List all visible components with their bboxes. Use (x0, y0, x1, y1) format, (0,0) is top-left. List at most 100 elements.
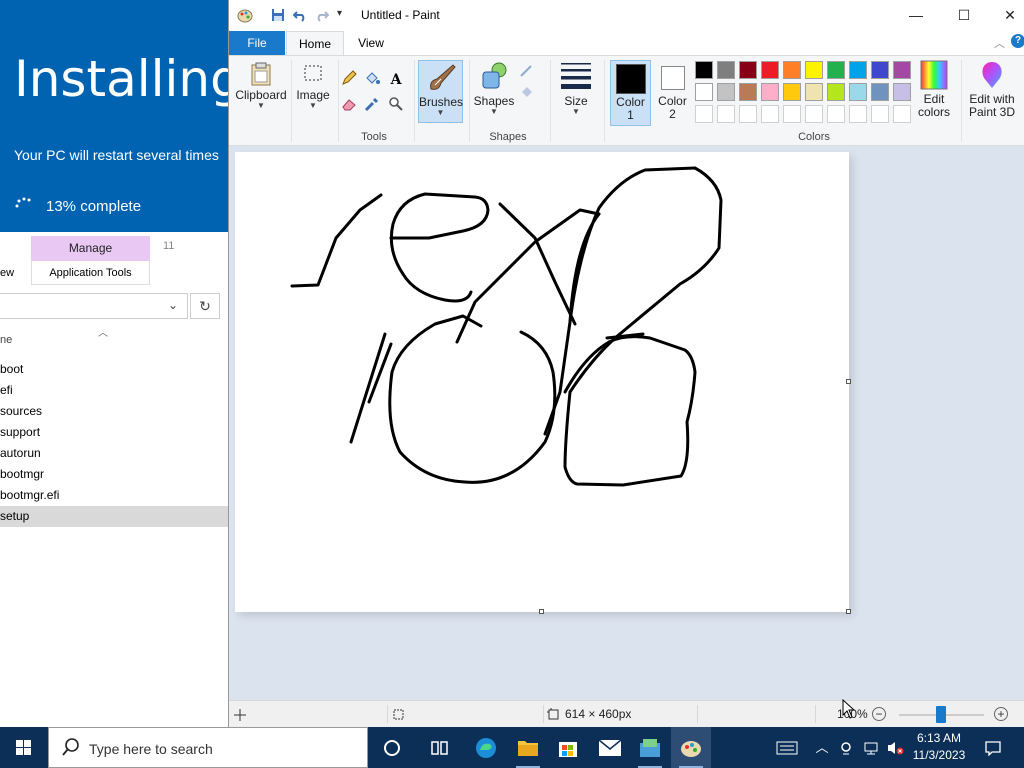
custom-color-slot[interactable] (739, 105, 757, 123)
eraser-icon[interactable] (339, 96, 359, 116)
redo-icon[interactable] (315, 8, 329, 22)
palette-swatch[interactable] (783, 83, 801, 101)
refresh-button[interactable]: ↻ (190, 293, 220, 319)
custom-color-slot[interactable] (893, 105, 911, 123)
palette-swatch[interactable] (893, 83, 911, 101)
palette-swatch[interactable] (783, 61, 801, 79)
outline-icon[interactable] (517, 62, 537, 82)
mail-icon[interactable] (590, 727, 630, 768)
collapse-ribbon-icon[interactable]: ︿ (994, 35, 1005, 51)
help-icon[interactable]: ? (1011, 34, 1024, 48)
custom-color-slot[interactable] (695, 105, 713, 123)
edge-icon[interactable] (466, 727, 506, 768)
custom-color-slot[interactable] (849, 105, 867, 123)
taskbar-search[interactable]: Type here to search (48, 727, 368, 768)
palette-swatch[interactable] (717, 83, 735, 101)
close-button[interactable]: ✕ (987, 0, 1024, 31)
paint-taskbar-icon[interactable] (671, 727, 711, 768)
resize-handle[interactable] (846, 609, 851, 614)
save-icon[interactable] (271, 8, 285, 22)
name-column-header[interactable]: ne (0, 334, 12, 346)
fill-icon[interactable] (517, 84, 537, 104)
shapes-button[interactable]: Shapes ▼ (472, 60, 516, 123)
tab-file[interactable]: File (229, 31, 285, 55)
fill-bucket-icon[interactable] (362, 70, 382, 90)
file-item-selected[interactable]: setup (0, 506, 228, 527)
address-bar[interactable] (0, 293, 188, 319)
edit-with-paint3d-button[interactable]: Edit with Paint 3D (964, 60, 1020, 126)
custom-color-slot[interactable] (805, 105, 823, 123)
image-button[interactable]: Image ▼ (293, 60, 333, 122)
color-picker-icon[interactable] (362, 96, 382, 116)
cortana-icon[interactable] (372, 727, 412, 768)
start-button[interactable] (0, 727, 48, 768)
pencil-icon[interactable] (339, 70, 359, 90)
file-item[interactable]: boot (0, 359, 228, 380)
custom-color-slot[interactable] (717, 105, 735, 123)
palette-swatch[interactable] (849, 61, 867, 79)
view-tab-fragment[interactable]: ew (0, 267, 14, 279)
palette-swatch[interactable] (893, 61, 911, 79)
tab-home[interactable]: Home (286, 31, 344, 56)
store-icon[interactable] (548, 727, 588, 768)
input-keyboard-icon[interactable] (770, 727, 804, 768)
volume-muted-icon[interactable] (884, 727, 906, 768)
palette-swatch[interactable] (849, 83, 867, 101)
file-item[interactable]: support (0, 422, 228, 443)
system-clock[interactable]: 6:13 AM 11/3/2023 (906, 730, 972, 764)
palette-swatch[interactable] (871, 83, 889, 101)
palette-swatch[interactable] (761, 83, 779, 101)
task-view-icon[interactable] (420, 727, 460, 768)
clock-time: 6:13 AM (916, 731, 962, 745)
file-item[interactable]: efi (0, 380, 228, 401)
custom-color-slot[interactable] (783, 105, 801, 123)
color1-button[interactable]: Color 1 (610, 60, 651, 126)
palette-swatch[interactable] (871, 61, 889, 79)
zoom-slider-thumb[interactable] (936, 706, 946, 723)
customize-quick-access-icon[interactable]: ▾ (337, 8, 342, 19)
paint-app-icon[interactable] (237, 7, 253, 23)
drawing-canvas[interactable] (235, 152, 849, 612)
file-item[interactable]: bootmgr (0, 464, 228, 485)
palette-swatch[interactable] (827, 61, 845, 79)
chevron-down-icon[interactable]: ⌄ (168, 298, 178, 312)
tab-view[interactable]: View (347, 31, 395, 55)
resize-handle[interactable] (846, 379, 851, 384)
brushes-button[interactable]: Brushes ▼ (418, 60, 463, 123)
edit-colors-button[interactable]: Edit colors (911, 60, 957, 126)
custom-color-slot[interactable] (827, 105, 845, 123)
color2-button[interactable]: Color 2 (652, 60, 693, 126)
file-explorer-icon[interactable] (508, 727, 548, 768)
resize-handle[interactable] (539, 609, 544, 614)
palette-swatch[interactable] (805, 61, 823, 79)
custom-color-slot[interactable] (871, 105, 889, 123)
palette-swatch[interactable] (717, 61, 735, 79)
notifications-icon[interactable] (978, 727, 1008, 768)
webcam-icon[interactable] (836, 727, 856, 768)
palette-swatch[interactable] (739, 83, 757, 101)
zoom-out-button[interactable]: − (872, 707, 886, 721)
palette-swatch[interactable] (739, 61, 757, 79)
zoom-in-button[interactable]: + (994, 707, 1008, 721)
network-icon[interactable] (860, 727, 882, 768)
file-item[interactable]: sources (0, 401, 228, 422)
text-tool-icon[interactable]: A (386, 70, 406, 90)
palette-swatch[interactable] (805, 83, 823, 101)
magnifier-icon[interactable] (386, 96, 406, 116)
maximize-button[interactable]: ☐ (941, 0, 987, 31)
palette-swatch[interactable] (827, 83, 845, 101)
palette-swatch[interactable] (761, 61, 779, 79)
palette-swatch[interactable] (695, 61, 713, 79)
clipboard-button[interactable]: Clipboard ▼ (235, 60, 287, 122)
sort-chevron-icon[interactable]: ︿ (98, 324, 108, 339)
minimize-button[interactable]: — (893, 0, 939, 31)
setup-app-icon[interactable] (630, 727, 670, 768)
file-item[interactable]: bootmgr.efi (0, 485, 228, 506)
show-hidden-icons[interactable]: ︿ (812, 727, 832, 768)
file-item[interactable]: autorun (0, 443, 228, 464)
undo-icon[interactable] (293, 8, 307, 22)
size-button[interactable]: Size ▼ (555, 60, 597, 123)
manage-tab[interactable]: Manage (31, 236, 150, 261)
custom-color-slot[interactable] (761, 105, 779, 123)
palette-swatch[interactable] (695, 83, 713, 101)
